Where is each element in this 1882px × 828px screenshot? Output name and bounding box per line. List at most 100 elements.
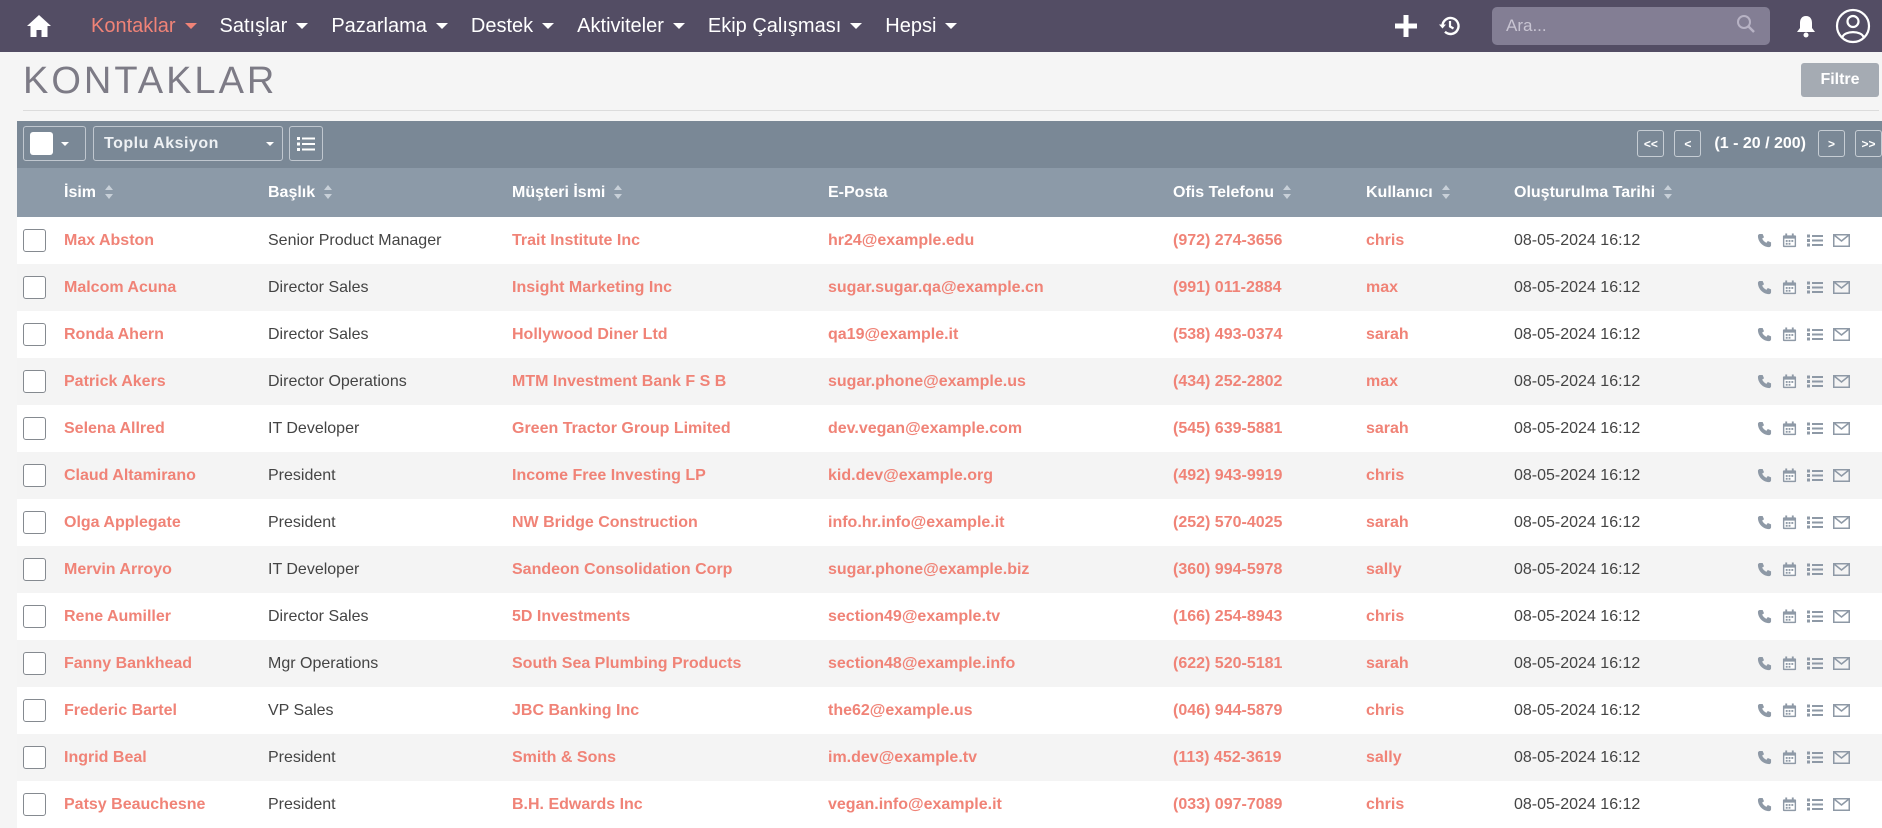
- envelope-icon[interactable]: [1833, 234, 1850, 247]
- email-link[interactable]: hr24@example.edu: [828, 232, 974, 249]
- search-input[interactable]: [1506, 16, 1736, 36]
- tasks-icon[interactable]: [1807, 516, 1823, 529]
- calendar-icon[interactable]: [1782, 280, 1797, 295]
- column-header-name[interactable]: İsim: [64, 168, 268, 217]
- email-link[interactable]: sugar.phone@example.biz: [828, 561, 1029, 578]
- calendar-icon[interactable]: [1782, 327, 1797, 342]
- column-header-created[interactable]: Oluşturulma Tarihi: [1514, 168, 1744, 217]
- row-checkbox[interactable]: [23, 558, 46, 581]
- nav-item-kontaklar[interactable]: Kontaklar: [91, 15, 197, 38]
- calendar-icon[interactable]: [1782, 750, 1797, 765]
- assigned-user-link[interactable]: chris: [1366, 467, 1404, 484]
- tasks-icon[interactable]: [1807, 751, 1823, 764]
- contact-name-link[interactable]: Rene Aumiller: [64, 608, 171, 625]
- calendar-icon[interactable]: [1782, 609, 1797, 624]
- account-name-link[interactable]: Insight Marketing Inc: [512, 279, 672, 296]
- first-page-button[interactable]: <<: [1637, 130, 1665, 157]
- tasks-icon[interactable]: [1807, 281, 1823, 294]
- phone-link[interactable]: (991) 011-2884: [1173, 279, 1282, 296]
- assigned-user-link[interactable]: chris: [1366, 702, 1404, 719]
- user-avatar-icon[interactable]: [1828, 0, 1878, 52]
- envelope-icon[interactable]: [1833, 563, 1850, 576]
- calendar-icon[interactable]: [1782, 515, 1797, 530]
- envelope-icon[interactable]: [1833, 610, 1850, 623]
- envelope-icon[interactable]: [1833, 704, 1850, 717]
- assigned-user-link[interactable]: sarah: [1366, 326, 1409, 343]
- phone-icon[interactable]: [1757, 280, 1772, 295]
- filter-button[interactable]: Filtre: [1801, 63, 1879, 97]
- phone-link[interactable]: (166) 254-8943: [1173, 608, 1282, 625]
- email-link[interactable]: im.dev@example.tv: [828, 749, 977, 766]
- email-link[interactable]: kid.dev@example.org: [828, 467, 993, 484]
- account-name-link[interactable]: Green Tractor Group Limited: [512, 420, 731, 437]
- envelope-icon[interactable]: [1833, 281, 1850, 294]
- tasks-icon[interactable]: [1807, 422, 1823, 435]
- assigned-user-link[interactable]: max: [1366, 373, 1398, 390]
- email-link[interactable]: info.hr.info@example.it: [828, 514, 1005, 531]
- envelope-icon[interactable]: [1833, 328, 1850, 341]
- row-checkbox[interactable]: [23, 699, 46, 722]
- contact-name-link[interactable]: Ingrid Beal: [64, 749, 147, 766]
- envelope-icon[interactable]: [1833, 422, 1850, 435]
- assigned-user-link[interactable]: sally: [1366, 749, 1402, 766]
- tasks-icon[interactable]: [1807, 563, 1823, 576]
- contact-name-link[interactable]: Ronda Ahern: [64, 326, 164, 343]
- phone-link[interactable]: (538) 493-0374: [1173, 326, 1282, 343]
- account-name-link[interactable]: Smith & Sons: [512, 749, 616, 766]
- nav-item-satislar[interactable]: Satışlar: [220, 15, 309, 38]
- phone-icon[interactable]: [1757, 327, 1772, 342]
- email-link[interactable]: sugar.sugar.qa@example.cn: [828, 279, 1044, 296]
- phone-icon[interactable]: [1757, 797, 1772, 812]
- column-header-account[interactable]: Müşteri İsmi: [512, 168, 828, 217]
- nav-item-ekip-calismasi[interactable]: Ekip Çalışması: [708, 15, 863, 38]
- history-icon[interactable]: [1428, 0, 1472, 52]
- tasks-icon[interactable]: [1807, 328, 1823, 341]
- phone-icon[interactable]: [1757, 703, 1772, 718]
- phone-link[interactable]: (545) 639-5881: [1173, 420, 1282, 437]
- account-name-link[interactable]: South Sea Plumbing Products: [512, 655, 741, 672]
- assigned-user-link[interactable]: max: [1366, 279, 1398, 296]
- row-checkbox[interactable]: [23, 323, 46, 346]
- phone-link[interactable]: (492) 943-9919: [1173, 467, 1282, 484]
- calendar-icon[interactable]: [1782, 797, 1797, 812]
- assigned-user-link[interactable]: chris: [1366, 608, 1404, 625]
- prev-page-button[interactable]: <: [1674, 130, 1702, 157]
- tasks-icon[interactable]: [1807, 375, 1823, 388]
- row-checkbox[interactable]: [23, 370, 46, 393]
- row-checkbox[interactable]: [23, 605, 46, 628]
- email-link[interactable]: section48@example.info: [828, 655, 1015, 672]
- assigned-user-link[interactable]: sarah: [1366, 514, 1409, 531]
- envelope-icon[interactable]: [1833, 657, 1850, 670]
- sort-icon[interactable]: [1441, 185, 1450, 200]
- calendar-icon[interactable]: [1782, 374, 1797, 389]
- phone-icon[interactable]: [1757, 421, 1772, 436]
- calendar-icon[interactable]: [1782, 468, 1797, 483]
- envelope-icon[interactable]: [1833, 375, 1850, 388]
- contact-name-link[interactable]: Malcom Acuna: [64, 279, 176, 296]
- phone-icon[interactable]: [1757, 515, 1772, 530]
- row-checkbox[interactable]: [23, 229, 46, 252]
- email-link[interactable]: the62@example.us: [828, 702, 973, 719]
- column-header-phone[interactable]: Ofis Telefonu: [1173, 168, 1366, 217]
- phone-icon[interactable]: [1757, 233, 1772, 248]
- phone-link[interactable]: (033) 097-7089: [1173, 796, 1282, 813]
- tasks-icon[interactable]: [1807, 610, 1823, 623]
- contact-name-link[interactable]: Patsy Beauchesne: [64, 796, 205, 813]
- phone-icon[interactable]: [1757, 750, 1772, 765]
- bulk-action-dropdown[interactable]: Toplu Aksiyon: [93, 126, 283, 161]
- tasks-icon[interactable]: [1807, 798, 1823, 811]
- assigned-user-link[interactable]: sarah: [1366, 420, 1409, 437]
- phone-link[interactable]: (972) 274-3656: [1173, 232, 1282, 249]
- row-checkbox[interactable]: [23, 276, 46, 299]
- row-checkbox[interactable]: [23, 652, 46, 675]
- phone-link[interactable]: (113) 452-3619: [1173, 749, 1282, 766]
- envelope-icon[interactable]: [1833, 798, 1850, 811]
- envelope-icon[interactable]: [1833, 751, 1850, 764]
- email-link[interactable]: dev.vegan@example.com: [828, 420, 1022, 437]
- email-link[interactable]: qa19@example.it: [828, 326, 958, 343]
- search-icon[interactable]: [1736, 14, 1756, 39]
- account-name-link[interactable]: Trait Institute Inc: [512, 232, 640, 249]
- contact-name-link[interactable]: Max Abston: [64, 232, 154, 249]
- phone-icon[interactable]: [1757, 656, 1772, 671]
- account-name-link[interactable]: MTM Investment Bank F S B: [512, 373, 726, 390]
